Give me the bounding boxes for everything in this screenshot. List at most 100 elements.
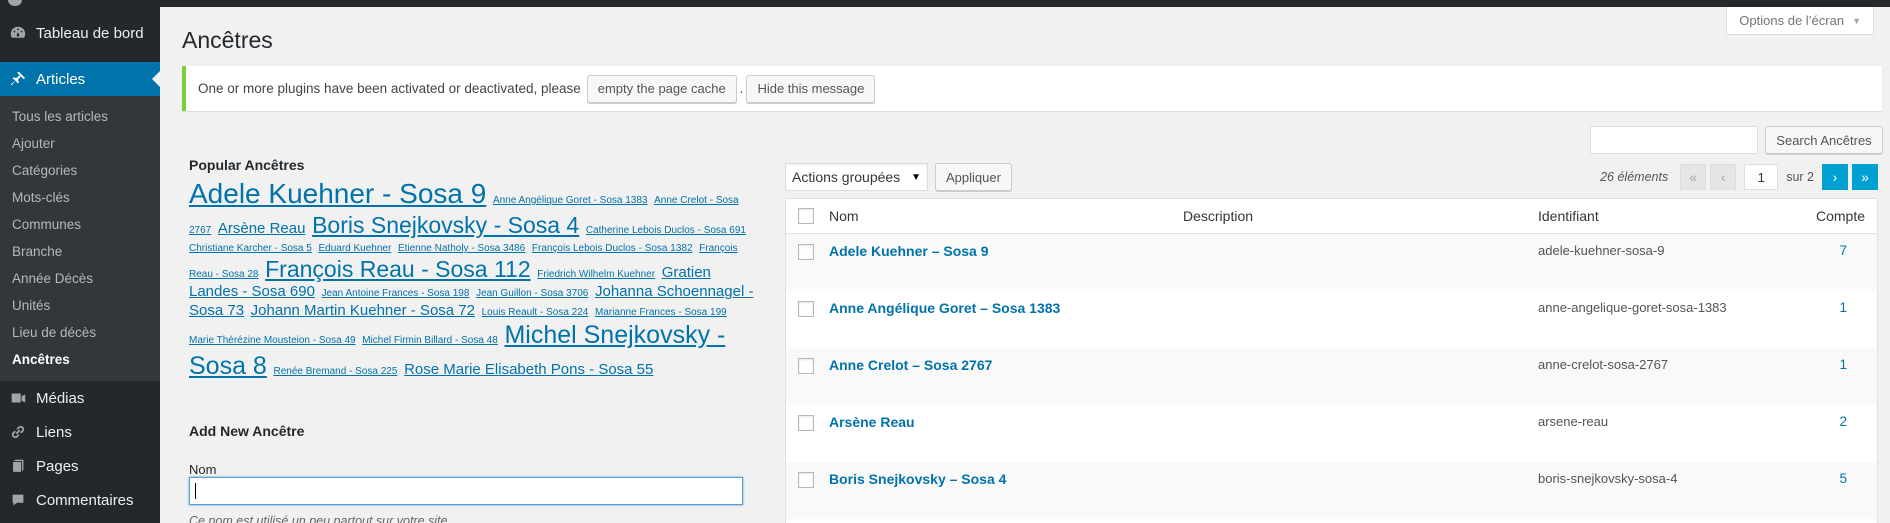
nom-label: Nom (189, 462, 217, 477)
column-compte[interactable]: Compte (1805, 208, 1865, 224)
sidebar-item-dashboard[interactable]: Tableau de bord (0, 16, 160, 50)
row-checkbox[interactable] (798, 244, 814, 260)
row-checkbox[interactable] (798, 472, 814, 488)
tag-cloud-link[interactable]: François Lebois Duclos - Sosa 1382 (532, 243, 693, 254)
table-header: Nom Description Identifiant Compte (786, 199, 1877, 234)
row-checkbox[interactable] (798, 301, 814, 317)
row-identifiant: adele-kuehner-sosa-9 (1538, 243, 1665, 258)
submenu-item-branche[interactable]: Branche (0, 238, 160, 265)
table-row: Boris Snejkovsky – Sosa 4 boris-snejkovs… (786, 462, 1877, 519)
tag-cloud-link[interactable]: Friedrich Wilhelm Kuehner (537, 269, 655, 280)
bulk-actions-value: Actions groupées (792, 169, 901, 185)
submenu-item-ancetres[interactable]: Ancêtres (0, 346, 160, 373)
row-identifiant: arsene-reau (1538, 414, 1609, 429)
page-title: Ancêtres (182, 27, 273, 53)
tag-cloud-link[interactable]: Michel Firmin Billard - Sosa 48 (362, 335, 498, 346)
row-nom-link[interactable]: Adele Kuehner – Sosa 9 (829, 243, 989, 259)
submenu-item-categories[interactable]: Catégories (0, 157, 160, 184)
row-nom-link[interactable]: Anne Crelot – Sosa 2767 (829, 357, 992, 373)
row-nom-link[interactable]: Arsène Reau (829, 414, 915, 430)
first-page-button: « (1680, 164, 1707, 190)
next-page-button[interactable]: › (1822, 164, 1848, 190)
row-count-link[interactable]: 7 (1807, 243, 1847, 258)
caret-down-icon: ▼ (1852, 15, 1861, 26)
sidebar-item-pages[interactable]: Pages (0, 449, 160, 483)
screen-options-label: Options de l’écran (1739, 13, 1845, 28)
plugin-notice: One or more plugins have been activated … (182, 66, 1882, 111)
search-input[interactable] (1590, 126, 1758, 154)
tag-cloud-link[interactable]: Rose Marie Elisabeth Pons - Sosa 55 (404, 361, 653, 378)
submenu-item-annee-deces[interactable]: Année Décès (0, 265, 160, 292)
notice-text: One or more plugins have been activated … (198, 81, 581, 96)
sidebar-item-medias[interactable]: Médias (0, 381, 160, 415)
nom-input[interactable] (189, 477, 743, 505)
column-description[interactable]: Description (1183, 208, 1253, 224)
comments-icon (8, 490, 28, 510)
select-arrow-icon: ▼ (911, 171, 921, 183)
submenu-item-unites[interactable]: Unités (0, 292, 160, 319)
row-identifiant: boris-snejkovsky-sosa-4 (1538, 471, 1678, 486)
select-all-checkbox[interactable] (798, 208, 814, 224)
tag-cloud-link[interactable]: Jean Guillon - Sosa 3706 (476, 288, 588, 299)
last-page-button[interactable]: » (1852, 164, 1878, 190)
sidebar-item-articles[interactable]: Articles (0, 62, 160, 96)
tag-cloud-link[interactable]: Christiane Karcher - Sosa 5 (189, 243, 312, 254)
hide-message-button[interactable]: Hide this message (746, 74, 876, 103)
ancestors-table: Nom Description Identifiant Compte Adele… (785, 198, 1878, 523)
column-nom[interactable]: Nom (829, 208, 859, 224)
tag-cloud-link[interactable]: Boris Snejkovsky - Sosa 4 (312, 212, 579, 238)
row-count-link[interactable]: 1 (1807, 300, 1847, 315)
sidebar-item-label: Commentaires (36, 491, 134, 509)
sidebar-item-liens[interactable]: Liens (0, 415, 160, 449)
tag-cloud-link[interactable]: François Reau - Sosa 112 (265, 256, 531, 282)
tag-cloud-link[interactable]: Catherine Lebois Duclos - Sosa 691 (586, 225, 746, 236)
column-identifiant[interactable]: Identifiant (1538, 208, 1599, 224)
tag-cloud-link[interactable]: Johann Martin Kuehner - Sosa 72 (251, 302, 475, 319)
popular-tags-box: Popular Ancêtres Adele Kuehner - Sosa 9 … (189, 157, 756, 381)
row-checkbox[interactable] (798, 358, 814, 374)
row-count-link[interactable]: 5 (1807, 471, 1847, 486)
admin-bar (0, 0, 1890, 7)
table-body: Adele Kuehner – Sosa 9 adele-kuehner-sos… (786, 234, 1877, 519)
apply-button[interactable]: Appliquer (935, 163, 1012, 191)
tag-cloud-link[interactable]: Louis Reault - Sosa 224 (482, 307, 589, 318)
sidebar-item-commentaires[interactable]: Commentaires (0, 483, 160, 517)
pushpin-icon (8, 69, 28, 89)
submenu-item-add[interactable]: Ajouter (0, 130, 160, 157)
tag-cloud-link[interactable]: Etienne Natholy - Sosa 3486 (398, 243, 525, 254)
total-pages-label: sur 2 (1786, 170, 1814, 184)
tag-cloud-link[interactable]: Jean Antoine Frances - Sosa 198 (322, 288, 470, 299)
tag-cloud-link[interactable]: Arsène Reau (218, 220, 306, 237)
admin-sidebar: Tableau de bord Articles Tous les articl… (0, 7, 160, 523)
submenu-item-all-articles[interactable]: Tous les articles (0, 103, 160, 130)
row-count-link[interactable]: 1 (1807, 357, 1847, 372)
row-count-link[interactable]: 2 (1807, 414, 1847, 429)
add-new-title: Add New Ancêtre (189, 423, 305, 439)
tag-cloud-link[interactable]: Eduard Kuehner (318, 243, 391, 254)
tag-cloud-link[interactable]: Marie Thérézine Mousteion - Sosa 49 (189, 335, 356, 346)
pages-icon (8, 456, 28, 476)
screen-options-button[interactable]: Options de l’écran ▼ (1726, 7, 1874, 35)
row-identifiant: anne-crelot-sosa-2767 (1538, 357, 1669, 372)
search-button[interactable]: Search Ancêtres (1765, 126, 1883, 154)
submenu-item-lieu-deces[interactable]: Lieu de décès (0, 319, 160, 346)
sidebar-item-label: Tableau de bord (36, 24, 144, 42)
row-nom-link[interactable]: Anne Angélique Goret – Sosa 1383 (829, 300, 1060, 316)
bulk-actions-select[interactable]: Actions groupées ▼ (785, 163, 928, 191)
table-row: Anne Angélique Goret – Sosa 1383 anne-an… (786, 291, 1877, 348)
row-identifiant: anne-angelique-goret-sosa-1383 (1538, 300, 1727, 315)
tag-cloud-link[interactable]: Renée Bremand - Sosa 225 (273, 366, 397, 377)
tag-cloud-link[interactable]: Marianne Frances - Sosa 199 (595, 307, 727, 318)
sidebar-item-label: Médias (36, 389, 85, 407)
tag-cloud-link[interactable]: Anne Angélique Goret - Sosa 1383 (493, 195, 648, 206)
table-row: Adele Kuehner – Sosa 9 adele-kuehner-sos… (786, 234, 1877, 291)
wordpress-logo-icon[interactable] (8, 0, 22, 6)
submenu-item-tags[interactable]: Mots-clés (0, 184, 160, 211)
row-nom-link[interactable]: Boris Snejkovsky – Sosa 4 (829, 471, 1006, 487)
submenu-item-communes[interactable]: Communes (0, 211, 160, 238)
tag-cloud-link[interactable]: Adele Kuehner - Sosa 9 (189, 178, 486, 209)
pagination: 26 éléments « ‹ 1 sur 2 › » (1600, 163, 1878, 191)
current-page-input[interactable]: 1 (1744, 164, 1779, 190)
empty-cache-button[interactable]: empty the page cache (586, 74, 737, 103)
row-checkbox[interactable] (798, 415, 814, 431)
